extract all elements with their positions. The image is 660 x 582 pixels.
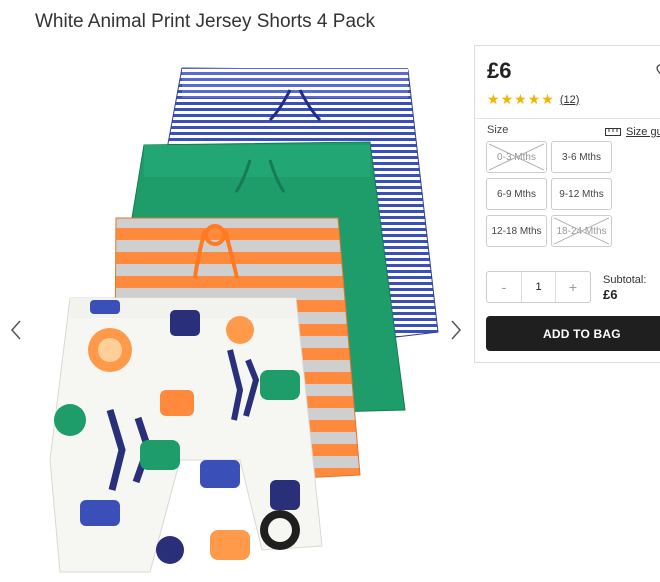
product-gallery	[0, 60, 470, 582]
gallery-next-button[interactable]	[446, 315, 466, 345]
star-icon: ★	[527, 91, 541, 107]
product-title: White Animal Print Jersey Shorts 4 Pack	[35, 11, 376, 32]
size-option-18-24-mths[interactable]: 18-24 Mths	[551, 215, 612, 247]
size-option-6-9-mths[interactable]: 6-9 Mths	[486, 178, 547, 210]
ruler-icon	[605, 128, 621, 136]
add-to-bag-button[interactable]: ADD TO BAG	[486, 316, 660, 351]
size-option-3-6-mths[interactable]: 3-6 Mths	[551, 141, 612, 173]
quantity-input[interactable]	[521, 272, 556, 302]
size-label: Size	[487, 124, 509, 136]
product-image	[49, 67, 439, 573]
subtotal-value: £6	[603, 287, 618, 302]
subtotal-label: Subtotal:	[603, 274, 647, 286]
size-option-9-12-mths[interactable]: 9-12 Mths	[551, 178, 612, 210]
heart-icon[interactable]	[655, 62, 660, 78]
quantity-stepper: - +	[486, 271, 591, 303]
star-icon: ★	[514, 91, 527, 107]
size-option-label: 3-6 Mths	[562, 151, 601, 163]
product-price: £6	[487, 58, 512, 83]
size-guide-label: Size gu	[626, 126, 660, 138]
gallery-prev-button[interactable]	[6, 315, 26, 345]
size-option-label: 12-18 Mths	[491, 225, 542, 237]
star-icon: ★	[500, 91, 514, 107]
size-options: 0-3 Mths 3-6 Mths 6-9 Mths 9-12 Mths 12-…	[486, 141, 616, 247]
size-option-0-3-mths[interactable]: 0-3 Mths	[486, 141, 547, 173]
divider	[475, 118, 660, 119]
size-option-label: 9-12 Mths	[559, 188, 604, 200]
review-count-link[interactable]: (12)	[560, 94, 580, 106]
quantity-decrease-button[interactable]: -	[487, 272, 521, 302]
star-icon: ★	[541, 91, 554, 107]
size-option-label: 6-9 Mths	[497, 188, 536, 200]
chevron-right-icon	[451, 320, 462, 340]
size-option-12-18-mths[interactable]: 12-18 Mths	[486, 215, 547, 247]
size-guide-link[interactable]: Size gu	[605, 126, 660, 138]
unavailable-cross-icon	[553, 217, 610, 245]
star-icon: ★	[487, 91, 500, 107]
chevron-left-icon	[10, 320, 21, 340]
unavailable-cross-icon	[488, 143, 545, 171]
purchase-panel: £6 ★ ★ ★ ★ ★ (12) Size Size gu 0-3 Mths …	[474, 45, 660, 363]
quantity-increase-button[interactable]: +	[556, 272, 590, 302]
rating: ★ ★ ★ ★ ★ (12)	[487, 91, 579, 108]
